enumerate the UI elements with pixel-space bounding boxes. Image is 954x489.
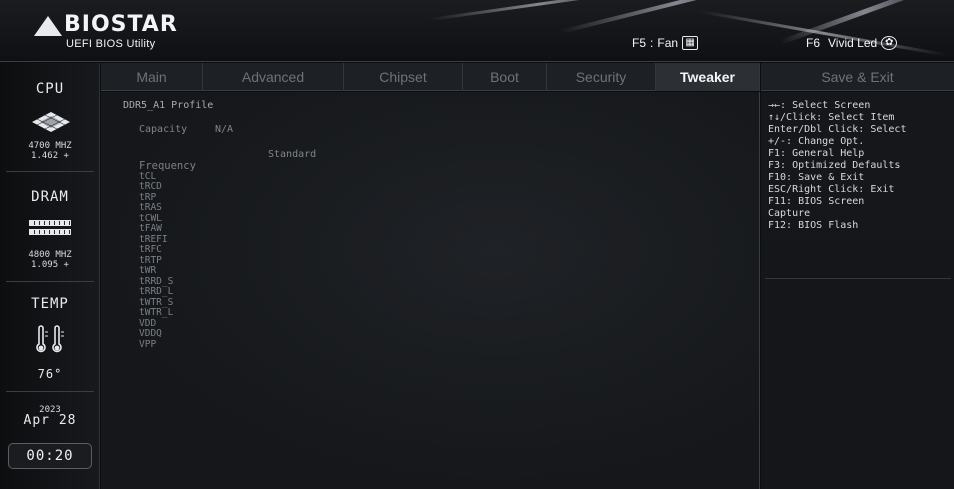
cpu-chip-icon (32, 112, 70, 132)
dram-frequency: 4800 MHZ (28, 250, 72, 260)
help-line: →←: Select Screen (768, 100, 871, 111)
help-line: ESC/Right Click: Exit (768, 184, 895, 195)
help-line: F11: BIOS Screen (768, 196, 865, 207)
temp-value: 76° (37, 367, 63, 381)
divider (6, 171, 94, 172)
divider (765, 278, 951, 279)
cpu-voltage: 1.462 + (31, 151, 69, 161)
brand-subtitle: UEFI BIOS Utility (66, 38, 156, 50)
tab-save-exit[interactable]: Save & Exit (761, 63, 954, 91)
led-label: Vivid Led (828, 36, 878, 50)
vivid-led-button[interactable]: F6 Vivid Led ✿ (806, 36, 898, 50)
help-line: +/-: Change Opt. (768, 136, 865, 147)
brand-name: BIOSTAR (64, 12, 178, 37)
tab-chipset[interactable]: Chipset (344, 63, 463, 91)
standard-column-header: Standard (268, 149, 317, 160)
tab-tweaker[interactable]: Tweaker (656, 63, 760, 91)
ram-module-icon (29, 220, 71, 226)
header-bar: BIOSTAR UEFI BIOS Utility F5 : Fan ▦ F6 … (0, 0, 954, 62)
divider (6, 281, 94, 282)
dram-title: DRAM (31, 189, 69, 205)
tab-bar: Main Advanced Chipset Boot Security Twea… (101, 63, 760, 91)
help-line: F12: BIOS Flash (768, 220, 859, 231)
ram-module-icon (29, 229, 71, 235)
cpu-title: CPU (35, 81, 65, 97)
content-panel: DDR5_A1 Profile Capacity N/A Standard Fr… (101, 92, 760, 489)
help-panel: →←: Select Screen ↑↓/Click: Select Item … (761, 92, 954, 489)
help-line: Enter/Dbl Click: Select (768, 124, 907, 135)
fan-label: Fan (657, 36, 679, 50)
date-day: Apr 28 (23, 413, 77, 428)
list-item: tRCD (139, 181, 162, 192)
list-item: VPP (139, 338, 157, 350)
help-text: →←: Select Screen ↑↓/Click: Select Item … (768, 100, 952, 232)
list-item: tWR (139, 265, 157, 276)
list-item: tWTR_L (139, 307, 174, 318)
list-item: tRAS (139, 202, 162, 213)
tab-boot[interactable]: Boot (463, 63, 547, 91)
tab-advanced[interactable]: Advanced (203, 63, 344, 91)
capacity-value: N/A (215, 124, 234, 135)
led-key: F6 (806, 36, 821, 50)
tab-main[interactable]: Main (101, 63, 203, 91)
list-item: VDDQ (139, 328, 162, 339)
clock-display: 00:20 (8, 443, 92, 469)
help-line: F3: Optimized Defaults (768, 160, 901, 171)
fan-grid-icon: ▦ (682, 36, 699, 50)
tab-security[interactable]: Security (547, 63, 656, 91)
list-item: tRFC (139, 244, 162, 255)
logo-triangle-icon (34, 16, 62, 36)
help-line: F10: Save & Exit (768, 172, 865, 183)
led-flower-icon: ✿ (881, 36, 898, 50)
profile-title: DDR5_A1 Profile (123, 100, 214, 111)
dram-voltage: 1.095 + (31, 260, 69, 270)
list-item: tRRD_L (139, 286, 174, 297)
divider (6, 391, 94, 392)
timing-list: Frequency tCL tRCD tRP tRAS tCWL tFAW tR… (139, 161, 196, 350)
fan-key: F5 (632, 36, 647, 50)
fan-button[interactable]: F5 : Fan ▦ (632, 36, 699, 50)
thermometer-icon (36, 325, 64, 353)
list-item: Frequency (139, 160, 196, 172)
help-line: Capture (768, 208, 811, 219)
capacity-label: Capacity (139, 124, 188, 135)
biostar-logo: BIOSTAR UEFI BIOS Utility (34, 12, 204, 54)
help-line: ↑↓/Click: Select Item (768, 112, 895, 123)
list-item: tFAW (139, 223, 162, 234)
cpu-frequency: 4700 MHZ (28, 141, 72, 151)
temp-title: TEMP (31, 296, 69, 312)
header-decoration (559, 0, 794, 34)
help-line: F1: General Help (768, 148, 865, 159)
system-info-panel: CPU 4700 MHZ 1.462 + DRAM 4800 MHZ 1.095… (0, 63, 100, 489)
